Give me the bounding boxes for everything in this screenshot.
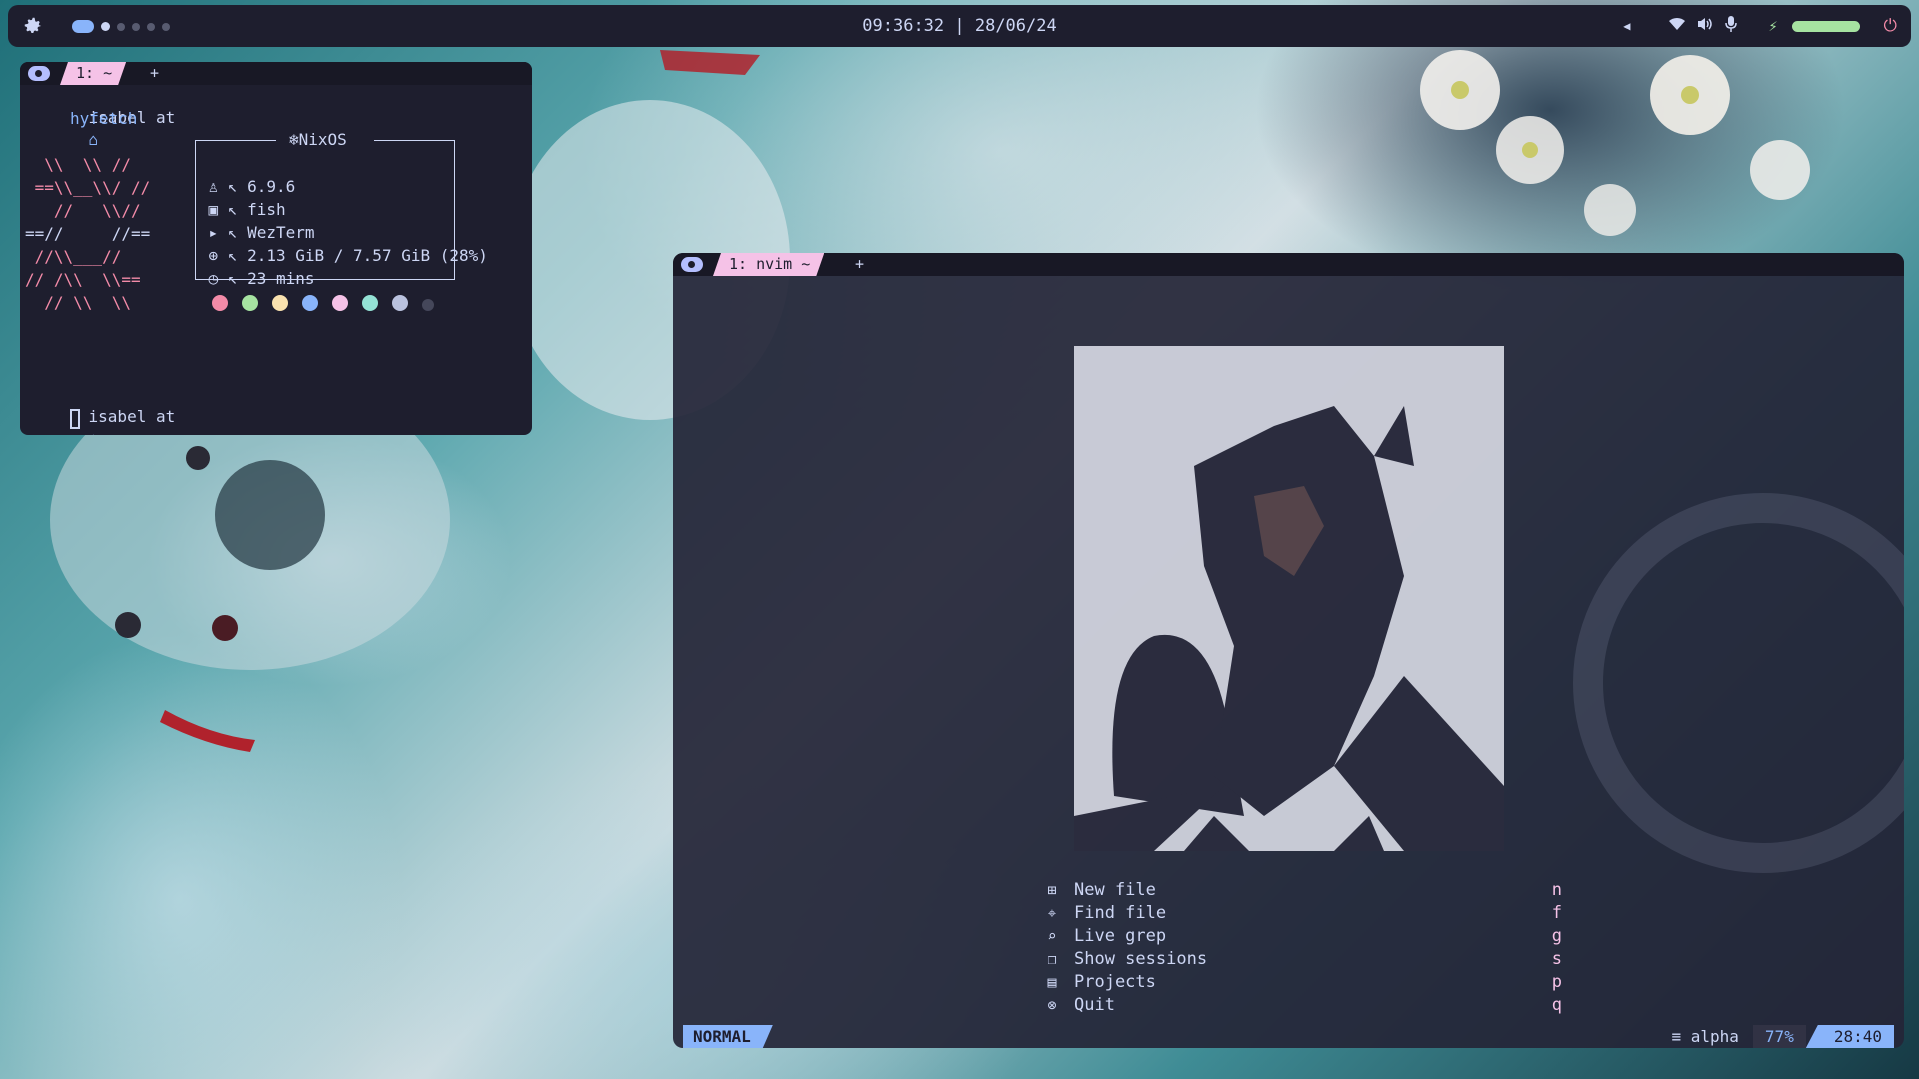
new-tab-button[interactable]: + — [150, 62, 159, 85]
color-swatch — [272, 295, 288, 311]
telescope-icon: ⌖ — [1047, 904, 1057, 922]
color-swatch — [332, 295, 348, 311]
snowflake-icon: ❄ — [289, 130, 299, 149]
nixos-logo-line: ==\\__\\/ // — [25, 178, 151, 197]
power-icon[interactable]: ⏻ — [1884, 16, 1897, 36]
terminal-window-hyfetch[interactable]: 1: ~ + isabel at ⌂ hyfetch \\ \\ // ==\\… — [20, 62, 532, 435]
menu-show-sessions[interactable]: ❐ Show sessions s — [1042, 948, 1562, 971]
menu-projects[interactable]: ▤ Projects p — [1042, 971, 1562, 994]
color-swatch — [362, 295, 378, 311]
nvim-window[interactable]: 1: nvim ~ + ⊞ New file n ⌖ Find file f ⌕ Li… — [673, 253, 1904, 1048]
text-cursor — [70, 409, 80, 429]
nixos-logo-line: //\\___// — [25, 247, 122, 266]
menu-live-grep[interactable]: ⌕ Live grep g — [1042, 925, 1562, 948]
nixos-logo-line: \\ \\ // — [25, 155, 131, 174]
bolt-icon: ⚡ — [1768, 17, 1778, 35]
filetype-indicator: ≡ alpha — [1671, 1027, 1739, 1046]
chevron-left-icon[interactable]: ◀ — [1623, 19, 1630, 33]
eye-icon[interactable] — [28, 66, 50, 81]
new-tab-button[interactable]: + — [855, 253, 864, 276]
eye-icon[interactable] — [681, 257, 703, 272]
nixos-logo-line: // /\\ \\== — [25, 270, 141, 289]
tab-home[interactable]: 1: ~ — [60, 62, 126, 85]
prompt-user: isabel at — [88, 407, 176, 426]
wifi-icon[interactable] — [1668, 17, 1685, 35]
color-swatch — [422, 299, 434, 311]
menu-new-file[interactable]: ⊞ New file n — [1042, 879, 1562, 902]
menu-find-file[interactable]: ⌖ Find file f — [1042, 902, 1562, 925]
tab-nvim[interactable]: 1: nvim ~ — [713, 253, 824, 276]
projects-icon: ▤ — [1047, 973, 1057, 991]
quit-icon: ⊗ — [1047, 996, 1057, 1014]
search-icon: ⌕ — [1047, 927, 1057, 945]
sessions-icon: ❐ — [1047, 950, 1057, 968]
color-swatch — [392, 295, 408, 311]
system-tray: ◀ ⚡ ⏻ — [1623, 5, 1897, 47]
mode-indicator: NORMAL — [683, 1025, 773, 1048]
menu-quit[interactable]: ⊗ Quit q — [1042, 994, 1562, 1017]
home-icon: ⌂ — [89, 429, 99, 435]
menu-lines-icon: ≡ — [1671, 1027, 1682, 1046]
new-file-icon: ⊞ — [1047, 881, 1057, 899]
tab-bar: 1: nvim ~ + — [673, 253, 1904, 276]
color-swatch — [302, 295, 318, 311]
scroll-percent: 77% — [1752, 1025, 1806, 1048]
timer-icon: ◷ — [208, 269, 219, 288]
cursor-position: 28:40 — [1805, 1025, 1894, 1048]
dashboard-ascii-art — [1074, 346, 1504, 851]
os-title: ❄NixOS — [289, 130, 347, 149]
nixos-logo-line: // \\// — [25, 201, 141, 220]
command-text: hyfetch — [70, 109, 138, 128]
battery-bar — [1791, 20, 1860, 32]
color-swatch — [212, 295, 228, 311]
tab-bar: 1: ~ + — [20, 62, 532, 85]
color-swatch — [242, 295, 258, 311]
top-bar: 09:36:32 | 28/06/24 ◀ ⚡ ⏻ — [8, 5, 1911, 47]
statusline: NORMAL ≡ alpha 77% 28:40 — [673, 1025, 1904, 1048]
background-watermark — [1573, 493, 1904, 873]
nixos-logo-line: ==// //== — [25, 224, 151, 243]
volume-icon[interactable] — [1697, 17, 1713, 35]
nixos-logo-line: // \\ \\ — [25, 293, 131, 312]
microphone-icon[interactable] — [1724, 16, 1737, 36]
home-icon: ⌂ — [88, 130, 99, 149]
